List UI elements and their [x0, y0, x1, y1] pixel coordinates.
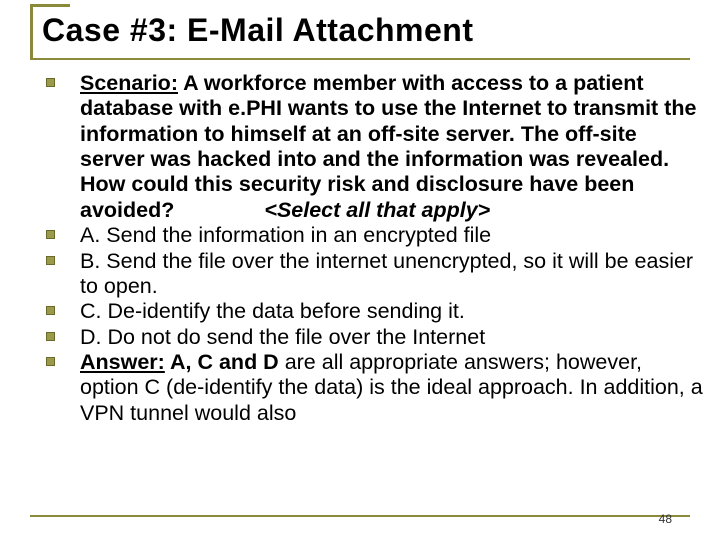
option-d: D. Do not do send the file over the Inte… — [80, 325, 706, 350]
bullet-icon — [46, 223, 80, 248]
bullet-icon — [46, 71, 80, 223]
slide-body: Scenario: A workforce member with access… — [0, 55, 720, 426]
answer-bold: A, C and D — [165, 350, 285, 374]
option-a: A. Send the information in an encrypted … — [80, 223, 706, 248]
list-item: Answer: A, C and D are all appropriate a… — [46, 350, 706, 426]
select-hint: <Select all that apply> — [174, 198, 490, 222]
bullet-icon — [46, 299, 80, 324]
accent-rule-top — [30, 4, 70, 7]
accent-rule-under-title — [30, 58, 690, 60]
answer-text: Answer: A, C and D are all appropriate a… — [80, 350, 706, 426]
accent-rule-footer — [30, 515, 690, 517]
option-b: B. Send the file over the internet unenc… — [80, 249, 706, 300]
page-number: 48 — [659, 512, 672, 526]
scenario-text: Scenario: A workforce member with access… — [80, 71, 706, 223]
answer-lead: Answer: — [80, 350, 165, 374]
bullet-icon — [46, 249, 80, 300]
slide-title: Case #3: E-Mail Attachment — [0, 0, 720, 55]
option-c: C. De-identify the data before sending i… — [80, 299, 706, 324]
accent-rule-left — [30, 4, 33, 60]
list-item: C. De-identify the data before sending i… — [46, 299, 706, 324]
list-item: D. Do not do send the file over the Inte… — [46, 325, 706, 350]
scenario-lead: Scenario: — [80, 71, 178, 95]
list-item: B. Send the file over the internet unenc… — [46, 249, 706, 300]
list-item: A. Send the information in an encrypted … — [46, 223, 706, 248]
list-item: Scenario: A workforce member with access… — [46, 71, 706, 223]
bullet-icon — [46, 350, 80, 426]
bullet-icon — [46, 325, 80, 350]
